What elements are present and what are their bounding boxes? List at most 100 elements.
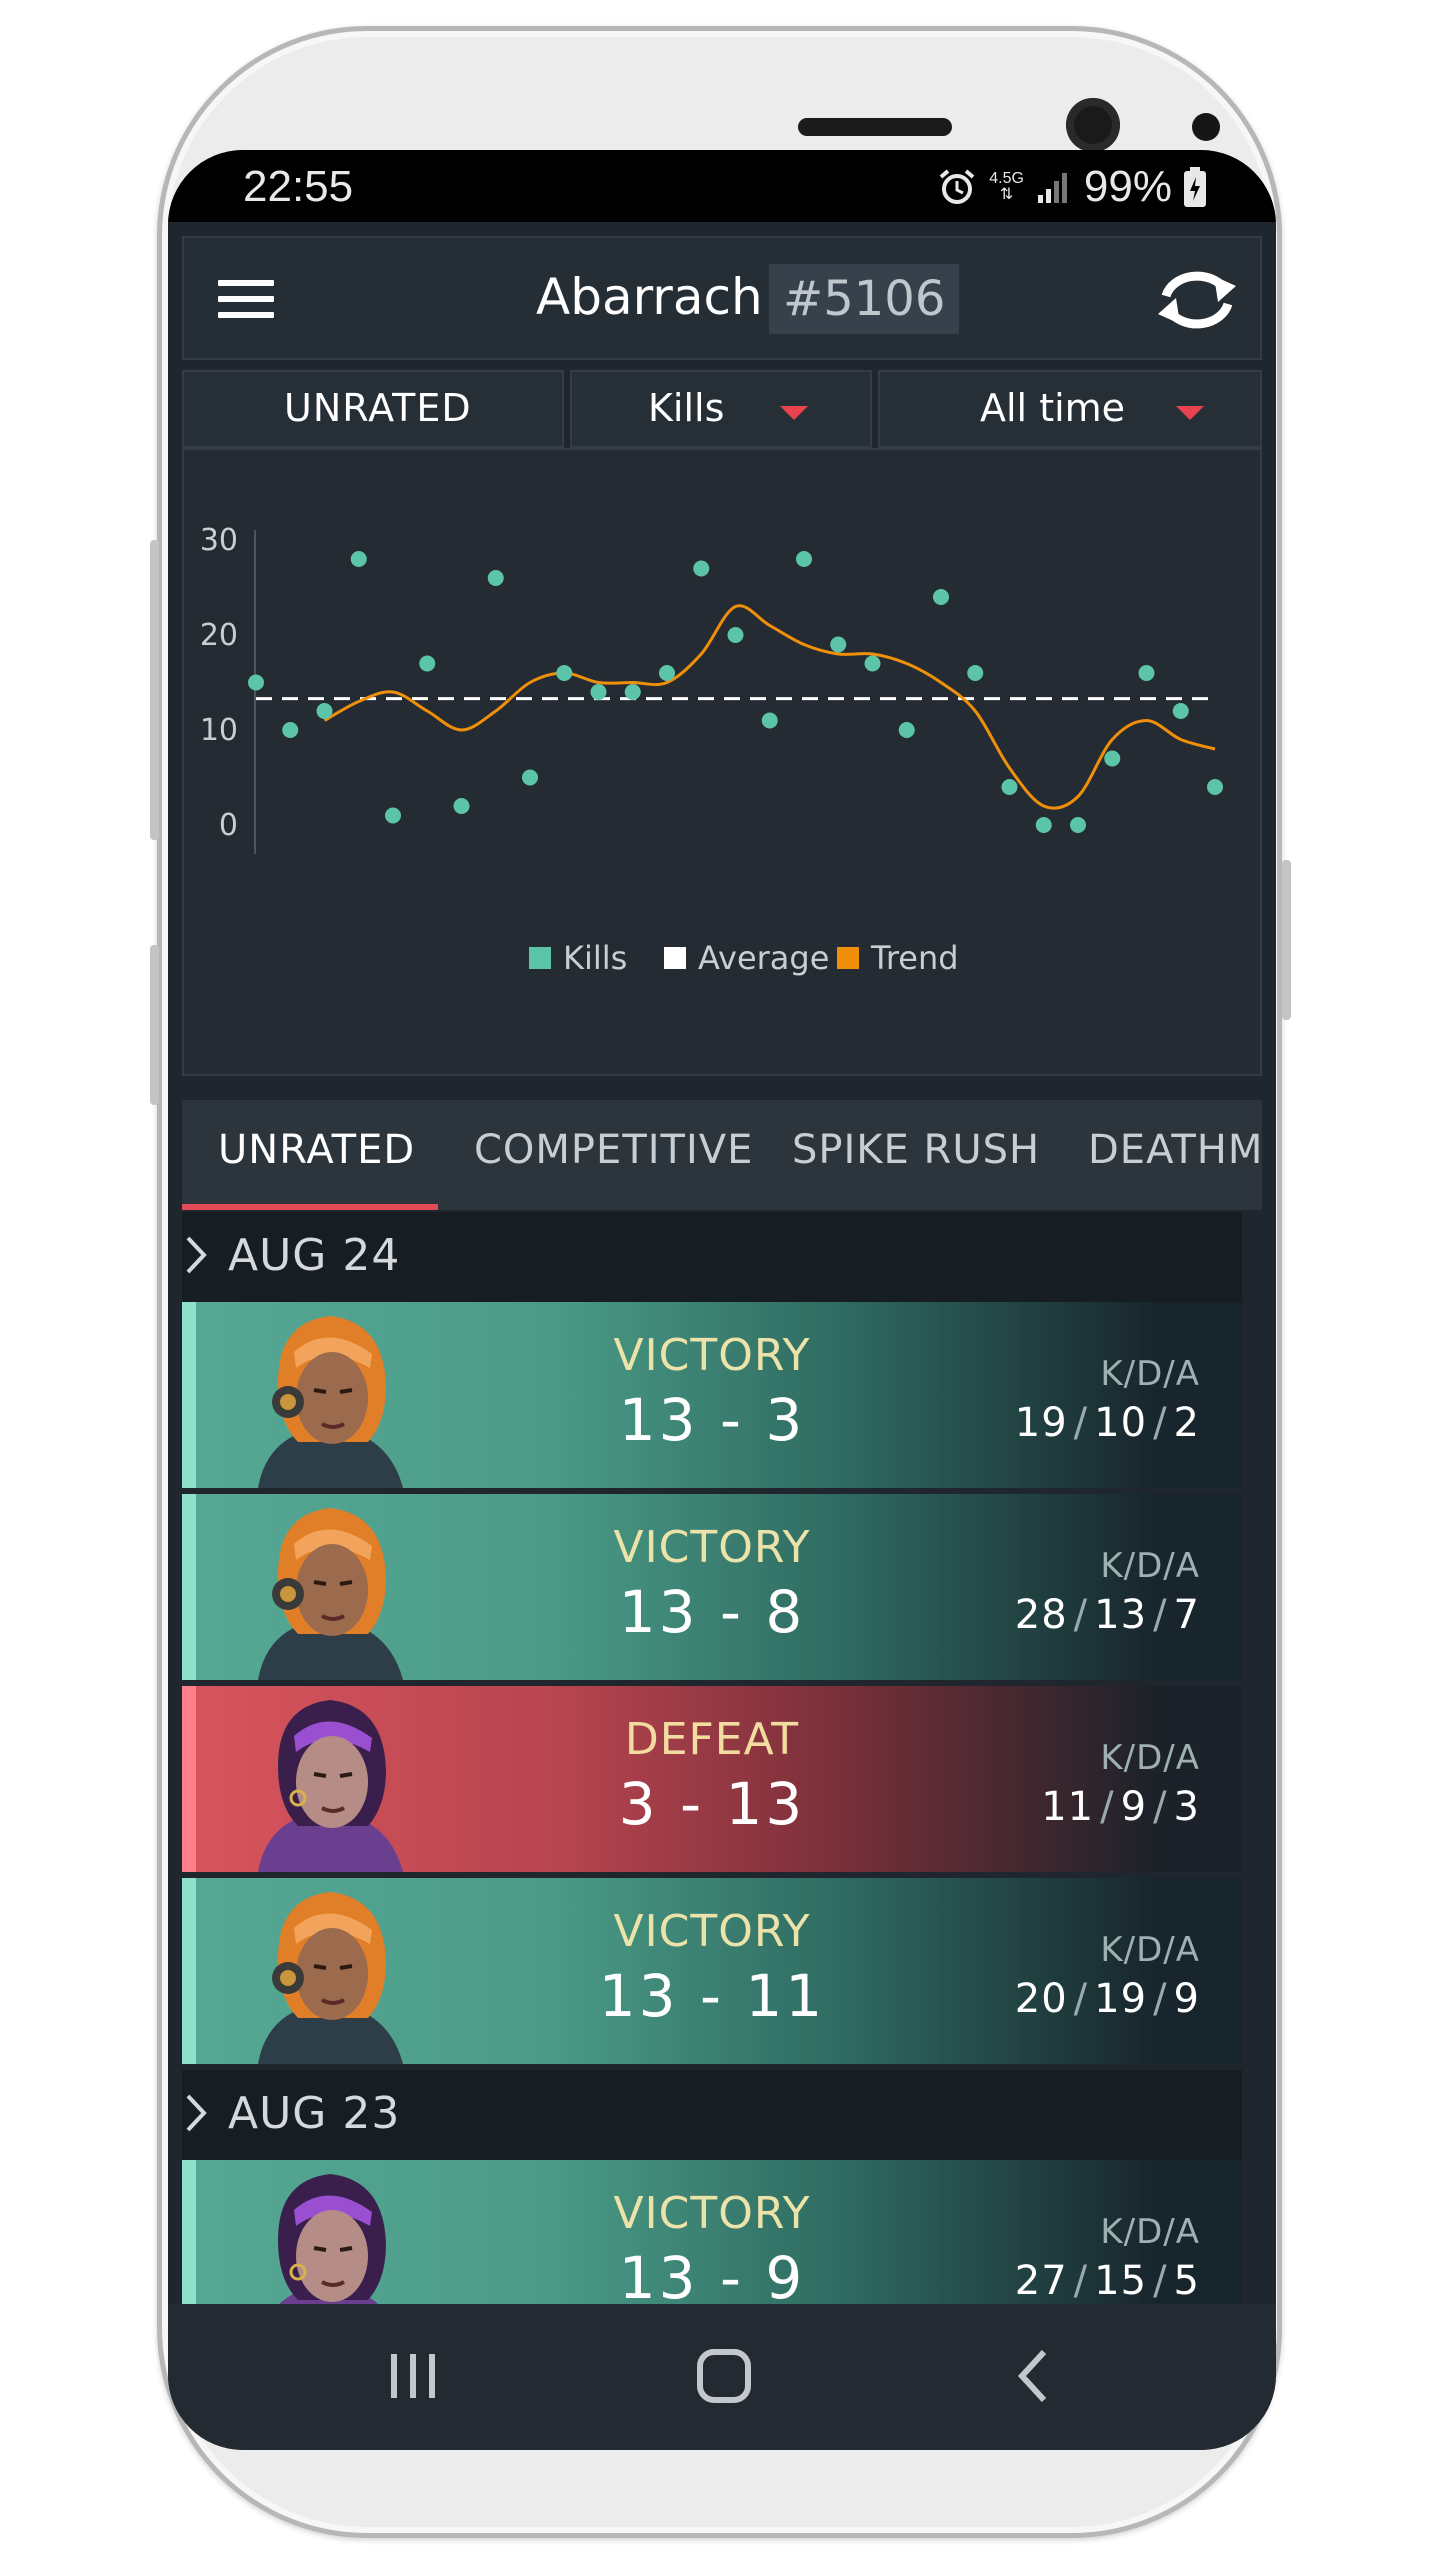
match-list[interactable]: AUG 24 VICTORY 13 - 3 K/D/A 19/10/2 VICTORY 13… [182,1212,1242,2304]
kills-data-point [693,560,710,577]
refresh-icon[interactable] [1152,264,1242,336]
filter-bar: UNRATED Kills All time [182,370,1262,448]
result-strip [182,1494,196,1680]
match-score: 13 - 8 [618,1578,806,1646]
period-filter[interactable]: All time [878,370,1262,448]
kda-label: K/D/A [1100,1546,1200,1586]
y-tick-label: 0 [219,808,238,843]
kills-data-point [316,703,333,719]
alarm-icon [939,169,975,204]
kills-data-point [556,665,573,681]
kda-values: 11/9/3 [1041,1784,1200,1830]
tab-spike-rush[interactable]: SPIKE RUSH [792,1100,1040,1210]
kda-separator: / [1153,1400,1168,1446]
match-card[interactable]: VICTORY 13 - 8 K/D/A 28/13/7 [182,1494,1242,1680]
kills-data-point [248,674,264,691]
kills-data-point [659,665,675,681]
kills-data-point [282,722,299,738]
kills-data-point [1035,817,1052,833]
dropdown-caret-icon [1176,406,1204,420]
phone-screen: 22:55 4.5G ⇅ 99% Abarrach #5106 UNRATED … [168,150,1276,2450]
power-button [1282,860,1291,1020]
kills-data-point [898,722,915,738]
kills-data-point [796,551,812,567]
y-tick-label: 10 [200,713,238,748]
app-header: Abarrach #5106 [182,236,1262,360]
kills-data-point [761,712,778,729]
period-filter-label: All time [980,386,1126,430]
legend-label: Average [698,939,829,977]
match-card[interactable]: VICTORY 13 - 11 K/D/A 20/19/9 [182,1878,1242,2064]
status-bar: 22:55 4.5G ⇅ 99% [168,150,1276,222]
date-group-header[interactable]: AUG 24 [182,1212,1242,1302]
dropdown-caret-icon [780,406,808,420]
kills-data-point [522,769,538,786]
tab-competitive[interactable]: COMPETITIVE [474,1100,753,1210]
kills-data-point [624,684,641,700]
kills-data-point [385,807,401,824]
legend-swatch [837,947,859,969]
assists-value: 3 [1173,1784,1200,1830]
kda-values: 19/10/2 [1015,1400,1200,1446]
match-result: VICTORY [613,1330,811,1381]
legend-swatch [664,947,686,969]
purple-haired-agent-portrait [238,2160,418,2304]
kills-data-point [1104,750,1121,767]
kills-data-point [727,627,744,643]
kda-separator: / [1073,1976,1089,2022]
assists-value: 5 [1173,2258,1200,2304]
home-icon[interactable] [696,2346,752,2406]
back-icon[interactable] [1014,2346,1054,2406]
deaths-value: 10 [1094,1400,1148,1446]
kda-label: K/D/A [1100,1930,1200,1970]
tab-deathmatch[interactable]: DEATHMATCH [1088,1100,1262,1210]
data-arrows-icon: ⇅ [999,186,1014,203]
deaths-value: 9 [1120,1784,1148,1830]
purple-haired-agent-portrait [238,1686,418,1872]
kills-data-point [830,636,847,653]
match-score: 13 - 11 [598,1962,826,2030]
network-type: 4.5G [989,170,1024,187]
app-content: Abarrach #5106 UNRATED Kills All time 30… [168,222,1276,2304]
bixby-button [150,540,159,840]
group-date: AUG 24 [228,1230,401,1281]
kills-data-point [350,551,367,567]
status-icons: 4.5G ⇅ 99% [937,162,1206,212]
chevron-right-icon [186,1236,207,1274]
match-score: 13 - 9 [618,2244,806,2304]
match-card[interactable]: VICTORY 13 - 3 K/D/A 19/10/2 [182,1302,1242,1488]
kda-separator: / [1073,2258,1089,2304]
kda-separator: / [1073,1592,1089,1638]
kills-data-point [1207,779,1223,795]
match-result: VICTORY [613,1906,811,1957]
mode-filter-label: UNRATED [284,386,472,430]
menu-icon[interactable] [218,280,274,320]
match-card[interactable]: VICTORY 13 - 9 K/D/A 27/15/5 [182,2160,1242,2304]
kills-data-point [1070,817,1086,833]
group-date: AUG 23 [228,2088,401,2139]
kills-value: 28 [1014,1592,1068,1638]
recent-apps-icon[interactable] [388,2346,438,2406]
match-result: VICTORY [613,1522,811,1573]
battery-icon [1184,167,1206,207]
kills-value: 19 [1014,1400,1068,1446]
legend-label: Trend [870,939,959,977]
kda-label: K/D/A [1100,2212,1200,2252]
kda-separator: / [1153,2258,1168,2304]
assists-value: 9 [1173,1976,1200,2022]
network-indicator: 4.5G ⇅ [989,171,1024,203]
kills-value: 27 [1014,2258,1068,2304]
match-card[interactable]: DEFEAT 3 - 13 K/D/A 11/9/3 [182,1686,1242,1872]
date-group-header[interactable]: AUG 23 [182,2070,1242,2160]
battery-percent: 99% [1083,162,1172,211]
result-strip [182,1302,196,1488]
tab-unrated[interactable]: UNRATED [218,1100,415,1210]
kills-data-point [1001,779,1018,795]
mode-filter[interactable]: UNRATED [182,370,564,448]
deaths-value: 19 [1094,1976,1148,2022]
kills-chart-panel: 30 20 10 0 Kills Average Trend [182,448,1262,1076]
kills-data-point [967,665,984,681]
deaths-value: 13 [1094,1592,1148,1638]
legend-swatch [529,947,551,969]
stat-filter[interactable]: Kills [570,370,872,448]
